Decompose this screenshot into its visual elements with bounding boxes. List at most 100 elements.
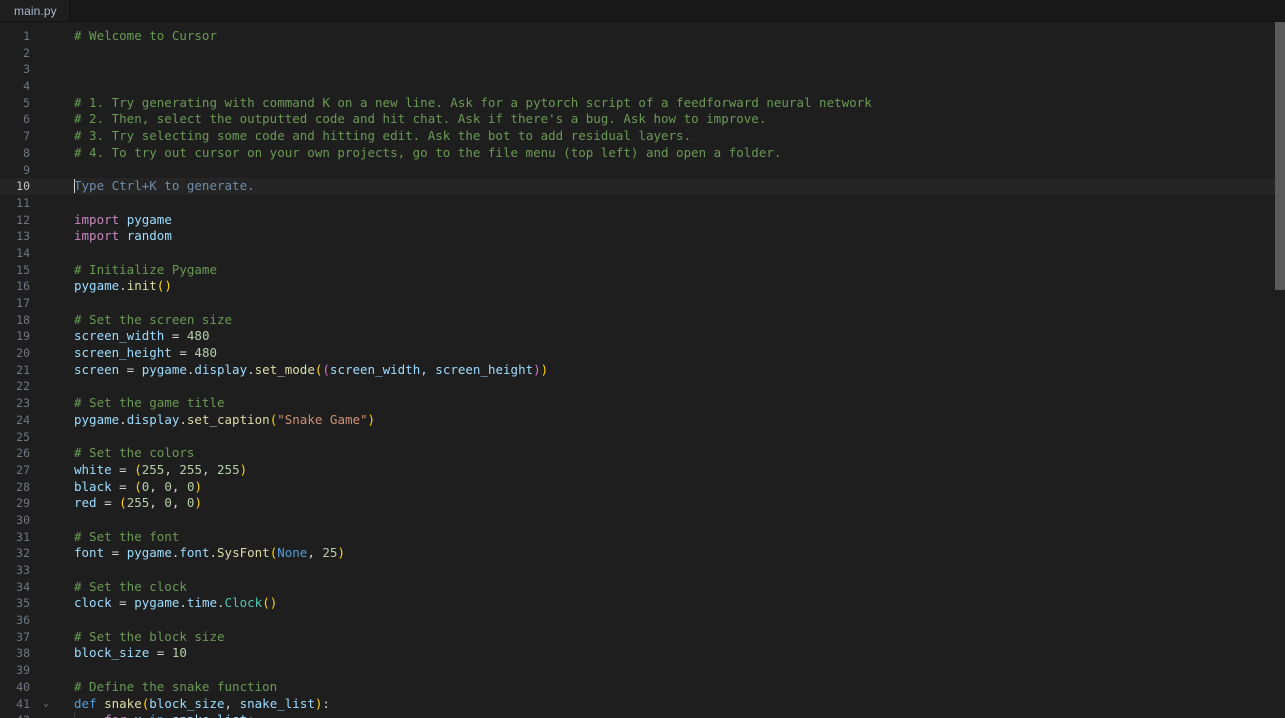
code-line[interactable]: 12 import pygame [0,212,1285,229]
code-line[interactable]: 34 # Set the clock [0,579,1285,596]
code-line[interactable]: 36 [0,612,1285,629]
code-token: , [164,461,180,477]
code-line[interactable]: 4 [0,78,1285,95]
code-line-content: # 4. To try out cursor on your own proje… [74,145,781,162]
code-line[interactable]: 39 [0,662,1285,679]
code-line[interactable]: 28 black = (0, 0, 0) [0,479,1285,496]
line-number: 4 [23,79,30,94]
code-line[interactable]: 25 [0,429,1285,446]
code-line[interactable]: 18 # Set the screen size [0,312,1285,329]
code-line[interactable]: 3 [0,61,1285,78]
code-line[interactable]: 1 # Welcome to Cursor [0,28,1285,45]
code-line[interactable]: 31 # Set the font [0,529,1285,546]
code-line[interactable]: 38 block_size = 10 [0,645,1285,662]
code-line[interactable]: 30 [0,512,1285,529]
code-token: ) [194,478,202,494]
code-token: for [104,712,127,718]
code-line-content: import pygame [74,212,172,229]
code-line[interactable]: 26 # Set the colors [0,445,1285,462]
code-token: screen_height [435,361,534,377]
line-number: 24 [16,412,30,427]
code-line[interactable]: 32 font = pygame.font.SysFont(None, 25) [0,545,1285,562]
code-line[interactable]: 24 pygame.display.set_caption("Snake Game… [0,412,1285,429]
code-token: init [126,278,157,294]
code-line[interactable]: 9 [0,162,1285,179]
code-line-content: # Welcome to Cursor [74,28,217,45]
code-token: screen_width [329,361,421,377]
code-line[interactable]: 14 [0,245,1285,262]
code-line[interactable]: 17 [0,295,1285,312]
code-token: ) [337,545,345,561]
code-line[interactable]: 16 pygame.init() [0,278,1285,295]
code-token: screen_height [74,345,172,361]
code-line-content: # Set the colors [74,445,194,462]
code-line[interactable]: 42 ⌄ for x in snake_list: [0,712,1285,718]
code-line[interactable]: 2 [0,45,1285,62]
code-line[interactable]: 27 white = (255, 255, 255) [0,462,1285,479]
code-line[interactable]: 21 screen = pygame.display.set_mode((scre… [0,362,1285,379]
code-line[interactable]: 5 # 1. Try generating with command K on a… [0,95,1285,112]
code-line[interactable]: 15 # Initialize Pygame [0,262,1285,279]
code-line-content: red = (255, 0, 0) [74,495,202,512]
code-line-content: import random [74,228,172,245]
code-token: block_size [149,695,225,711]
code-line[interactable]: 22 [0,378,1285,395]
code-line[interactable]: 19 screen_width = 480 [0,328,1285,345]
code-token: = [111,595,135,611]
code-token: import [74,211,120,227]
line-number: 8 [23,145,30,160]
code-line[interactable]: 20 screen_height = 480 [0,345,1285,362]
line-number: 22 [16,379,30,394]
code-line-content: # 1. Try generating with command K on a … [74,95,872,112]
code-line[interactable]: 29 red = (255, 0, 0) [0,495,1285,512]
code-token: red [74,495,97,511]
line-number: 12 [16,212,30,227]
line-number: 17 [16,296,30,310]
editor-window: main.py 1 # Welcome to Cursor 2 3 4 5 # 1. Try… [0,0,1285,718]
line-number: 34 [16,579,30,594]
vertical-scrollbar-track[interactable] [1275,22,1285,718]
code-token: snake [104,695,142,711]
code-line-content: font = pygame.font.SysFont(None, 25) [74,545,345,562]
code-line[interactable]: 41 ⌄ def snake(block_size, snake_list): [0,696,1285,713]
code-token: = [111,478,135,494]
line-number: 6 [23,112,30,127]
code-token: def [74,695,97,711]
code-line-content: # Set the game title [74,395,225,412]
code-token: SysFont [217,545,270,561]
code-token: , [307,545,323,561]
code-line[interactable]: 33 [0,562,1285,579]
line-number: 1 [23,29,30,43]
line-number: 38 [16,646,30,661]
code-editor[interactable]: 1 # Welcome to Cursor 2 3 4 5 # 1. Try generat… [0,22,1285,718]
code-token: # Set the colors [74,445,195,461]
code-lines-container: 1 # Welcome to Cursor 2 3 4 5 # 1. Try generat… [0,22,1285,718]
code-token: # Initialize Pygame [74,261,217,277]
code-line[interactable]: 11 [0,195,1285,212]
tab-main-py[interactable]: main.py [0,0,70,21]
code-line[interactable]: 8 # 4. To try out cursor on your own proj… [0,145,1285,162]
code-line-content: black = (0, 0, 0) [74,479,202,496]
code-line-content: # 2. Then, select the outputted code and… [74,111,766,128]
code-line[interactable]: 37 # Set the block size [0,629,1285,646]
code-line[interactable]: 13 import random [0,228,1285,245]
code-token: . [209,545,218,561]
code-token: Type Ctrl+K to generate. [74,178,255,194]
code-line[interactable]: 10 Type Ctrl+K to generate. [0,178,1285,195]
code-line[interactable]: 6 # 2. Then, select the outputted code an… [0,111,1285,128]
code-line[interactable]: 35 clock = pygame.time.Clock() [0,595,1285,612]
code-line-content: # Set the block size [74,629,225,646]
fold-chevron-down-icon[interactable]: ⌄ [40,696,52,713]
line-number: 14 [16,245,30,260]
vertical-scrollbar-thumb[interactable] [1275,22,1285,290]
fold-chevron-down-icon[interactable]: ⌄ [40,712,52,718]
code-line[interactable]: 7 # 3. Try selecting some code and hittin… [0,128,1285,145]
code-token: = [164,328,187,344]
code-token: ) [533,361,541,377]
code-line-content: Type Ctrl+K to generate. [74,178,255,195]
code-token: . [119,278,127,294]
code-line[interactable]: 40 # Define the snake function [0,679,1285,696]
code-line-content: # Initialize Pygame [74,262,217,279]
code-line[interactable]: 23 # Set the game title [0,395,1285,412]
